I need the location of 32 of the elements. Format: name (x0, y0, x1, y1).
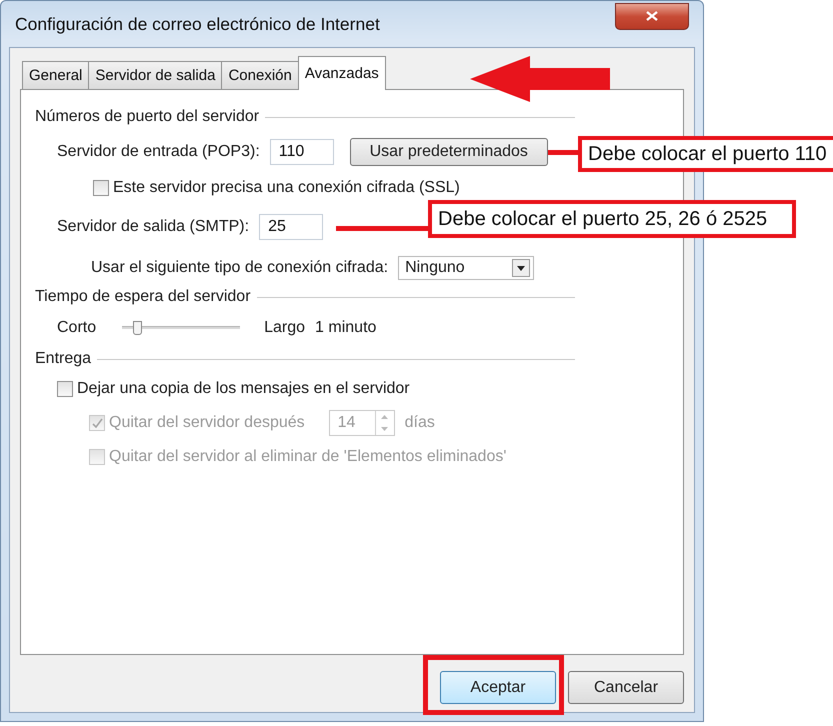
callout-text: Debe colocar el puerto 25, 26 ó 2525 (438, 208, 768, 230)
slider-value: 1 minuto (315, 319, 376, 337)
field-label: Servidor de entrada (POP3): (57, 143, 260, 161)
field-label: Usar el siguiente tipo de conexión cifrada: (91, 259, 388, 277)
window-title: Configuración de correo electrónico de Internet (14, 14, 380, 34)
defaults-button[interactable]: Usar predeterminados (350, 138, 548, 166)
checkbox[interactable] (57, 381, 73, 397)
section-heading: Tiempo de espera del servidor (35, 288, 251, 306)
port-field[interactable]: 25 (259, 214, 324, 240)
arrow-icon (470, 56, 610, 102)
checkbox-option[interactable]: Este servidor precisa una conexión cifrada (SSL) (93, 179, 460, 197)
callout-text: Debe colocar el puerto 110 (588, 142, 827, 166)
close-icon (646, 11, 658, 21)
slider-label: Largo (264, 319, 306, 337)
section-heading: Números de puerto del servidor (35, 108, 260, 126)
tab[interactable]: Servidor de salida (88, 61, 222, 90)
port-field[interactable]: 110 (270, 139, 334, 165)
tab[interactable]: Conexión (221, 61, 299, 90)
dialog-button[interactable]: Aceptar (440, 671, 556, 704)
section-heading: Entrega (35, 350, 92, 368)
tab[interactable]: General (22, 61, 90, 90)
slider-thumb[interactable] (133, 321, 142, 335)
slider-label: Corto (57, 319, 96, 337)
close-button[interactable] (615, 2, 689, 30)
tab[interactable]: Avanzadas (298, 56, 386, 90)
unit-label: días (404, 414, 435, 432)
caret-icon (517, 266, 526, 270)
checkbox[interactable] (93, 180, 109, 196)
field-label: Servidor de salida (SMTP): (57, 218, 250, 236)
encryption-dropdown[interactable]: Ninguno (398, 256, 534, 280)
checkbox-option[interactable]: Dejar una copia de los mensajes en el servidor (57, 380, 410, 398)
dialog-button[interactable]: Cancelar (568, 671, 684, 704)
